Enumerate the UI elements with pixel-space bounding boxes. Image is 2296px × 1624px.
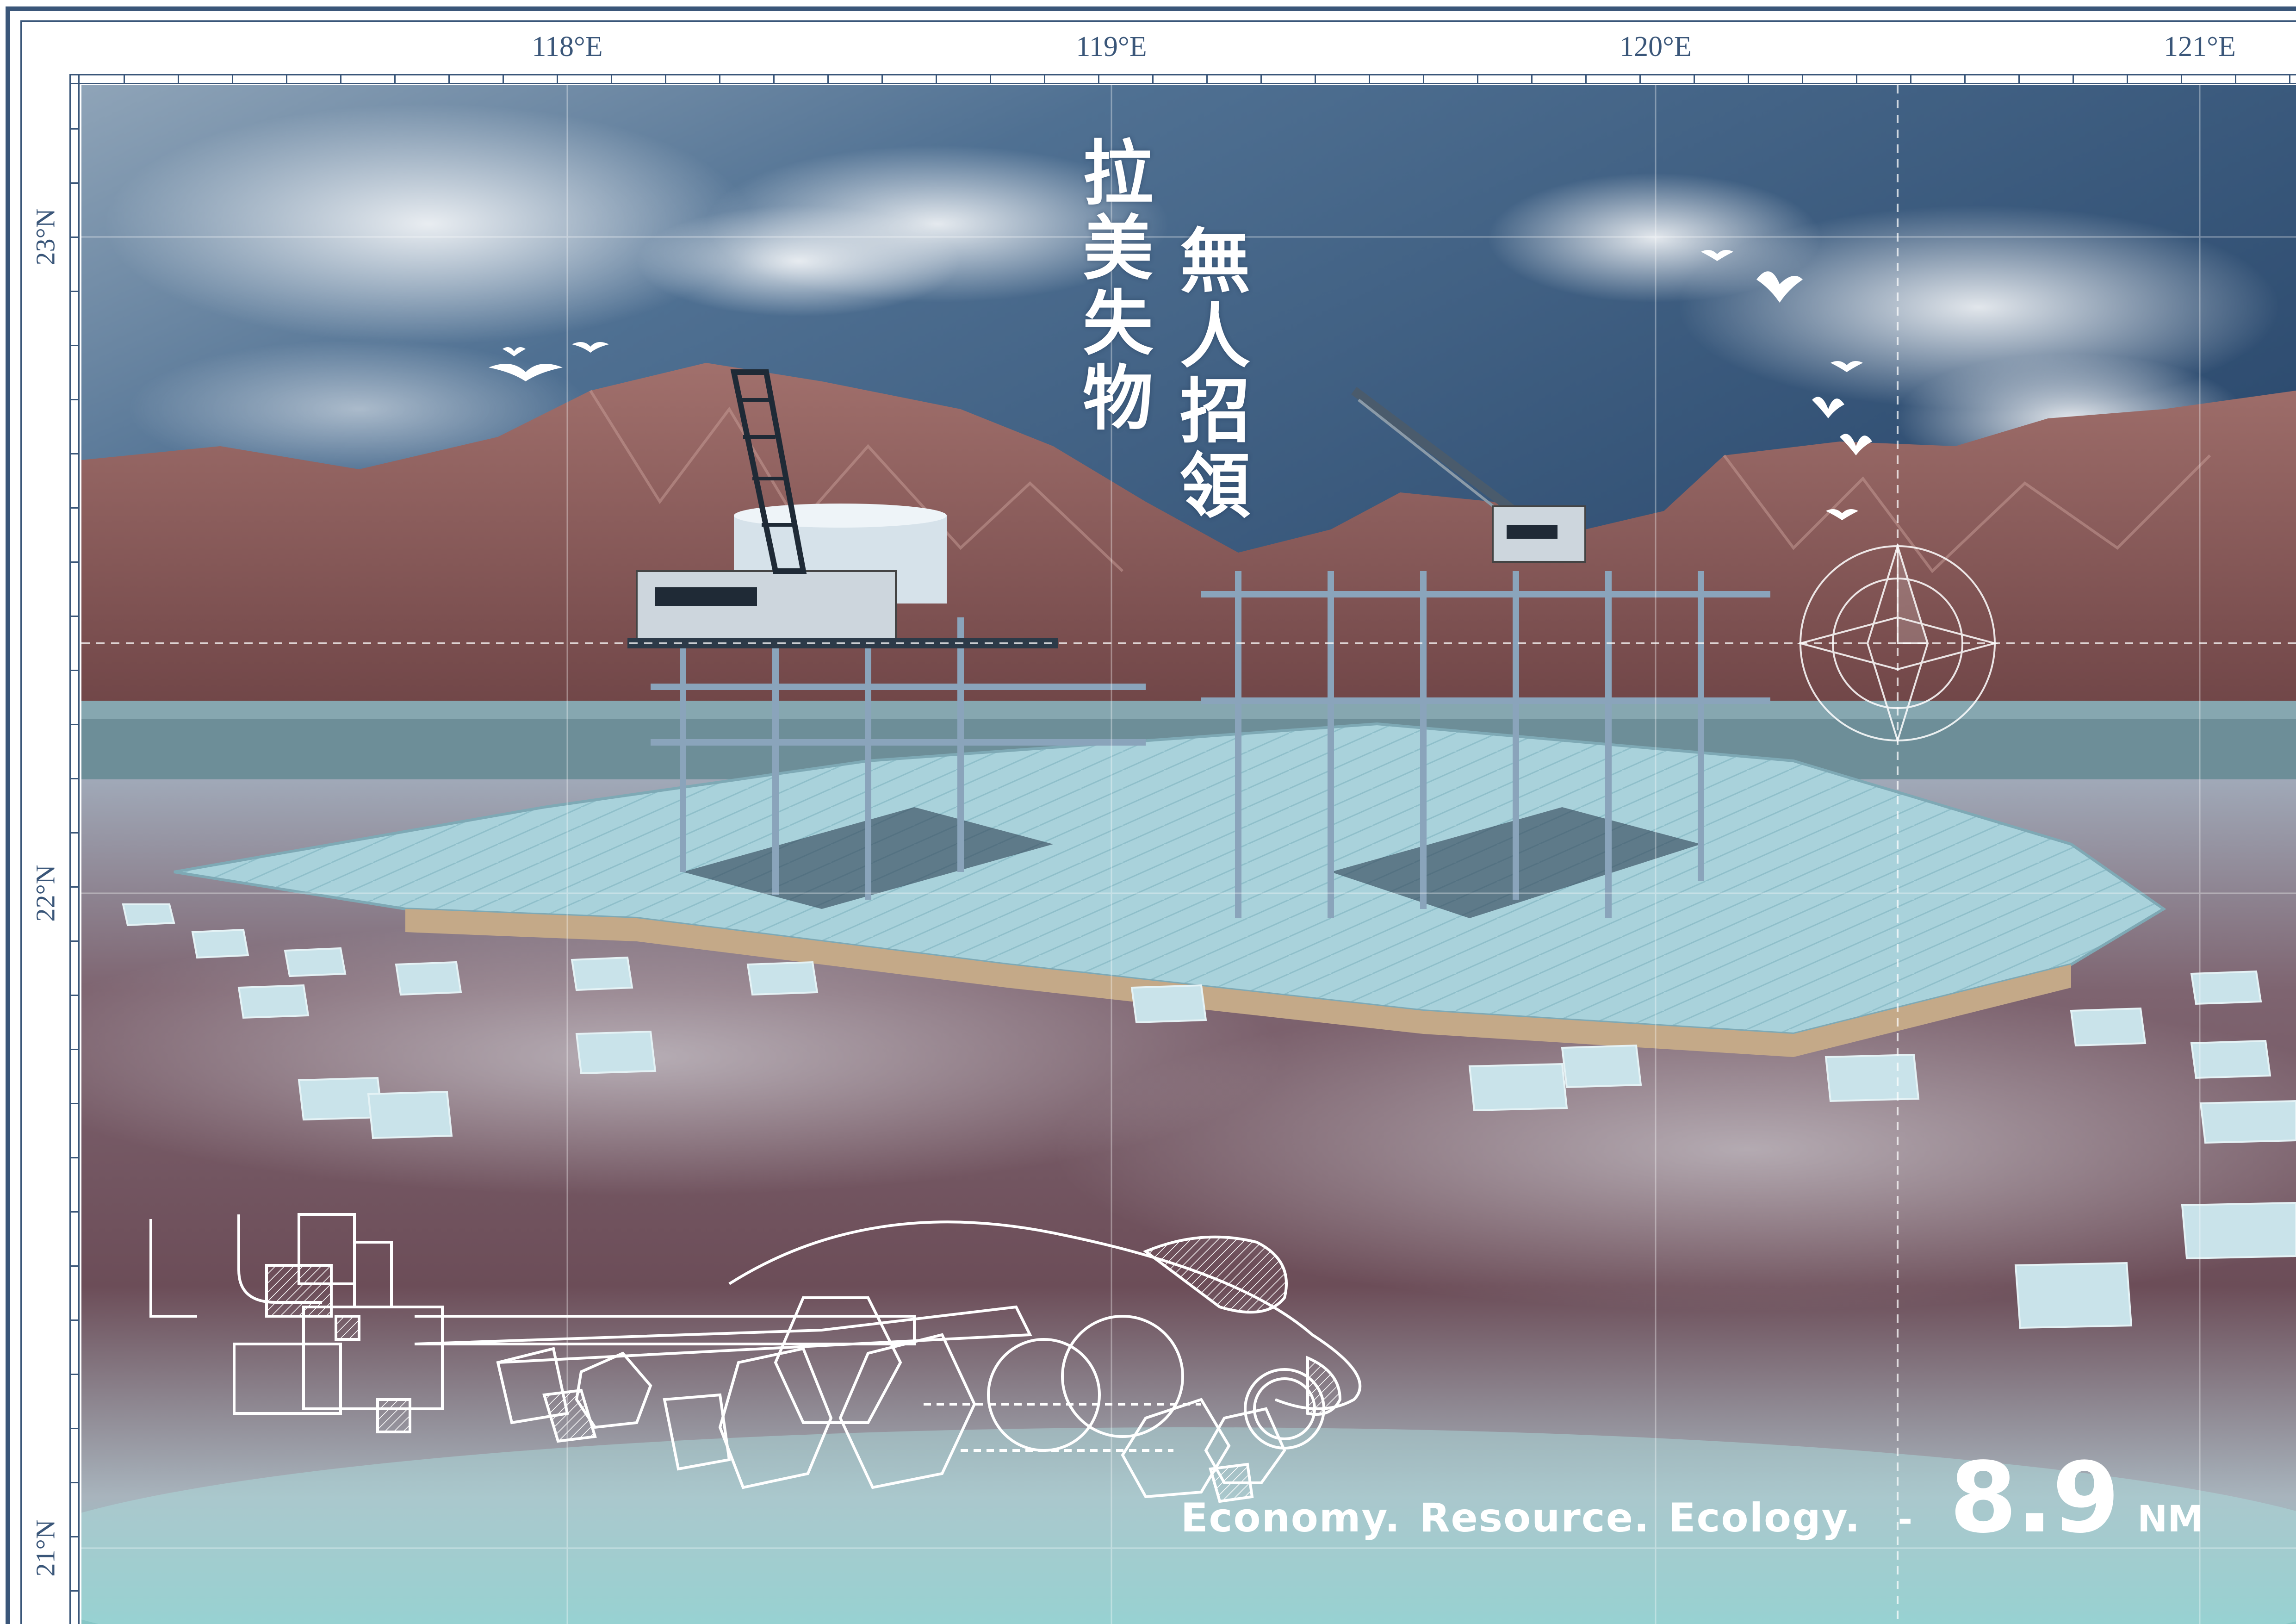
- longitude-label-118: 118°E: [532, 31, 603, 62]
- longitude-label-120: 120°E: [1620, 31, 1692, 62]
- top-scale-ruler: [69, 74, 2296, 84]
- left-scale-ruler: [69, 74, 80, 1624]
- tagline-word-ecology: Ecology.: [1668, 1495, 1861, 1541]
- longitude-label-121: 121°E: [2164, 31, 2236, 62]
- longitude-label-119: 119°E: [1076, 31, 1147, 62]
- tagline-separator: -: [1898, 1499, 1913, 1540]
- latitude-label-21: 21°N: [30, 1519, 61, 1577]
- distance-value: 8.9: [1949, 1441, 2120, 1555]
- title-line-1: 拉美失物: [1071, 136, 1153, 436]
- scene-illustration: 拉美失物 無人招領 Economy. Resource. Ecology. - …: [81, 85, 2296, 1624]
- tagline: Economy. Resource. Ecology. - 8.9 NM: [1181, 1441, 2203, 1555]
- tagline-word-resource: Resource.: [1419, 1495, 1650, 1541]
- latitude-label-22: 22°N: [30, 865, 61, 922]
- tagline-word-economy: Economy.: [1180, 1495, 1401, 1541]
- latitude-label-23: 23°N: [30, 208, 61, 266]
- title-line-2: 無人招領: [1168, 224, 1250, 524]
- distance-unit: NM: [2137, 1499, 2203, 1540]
